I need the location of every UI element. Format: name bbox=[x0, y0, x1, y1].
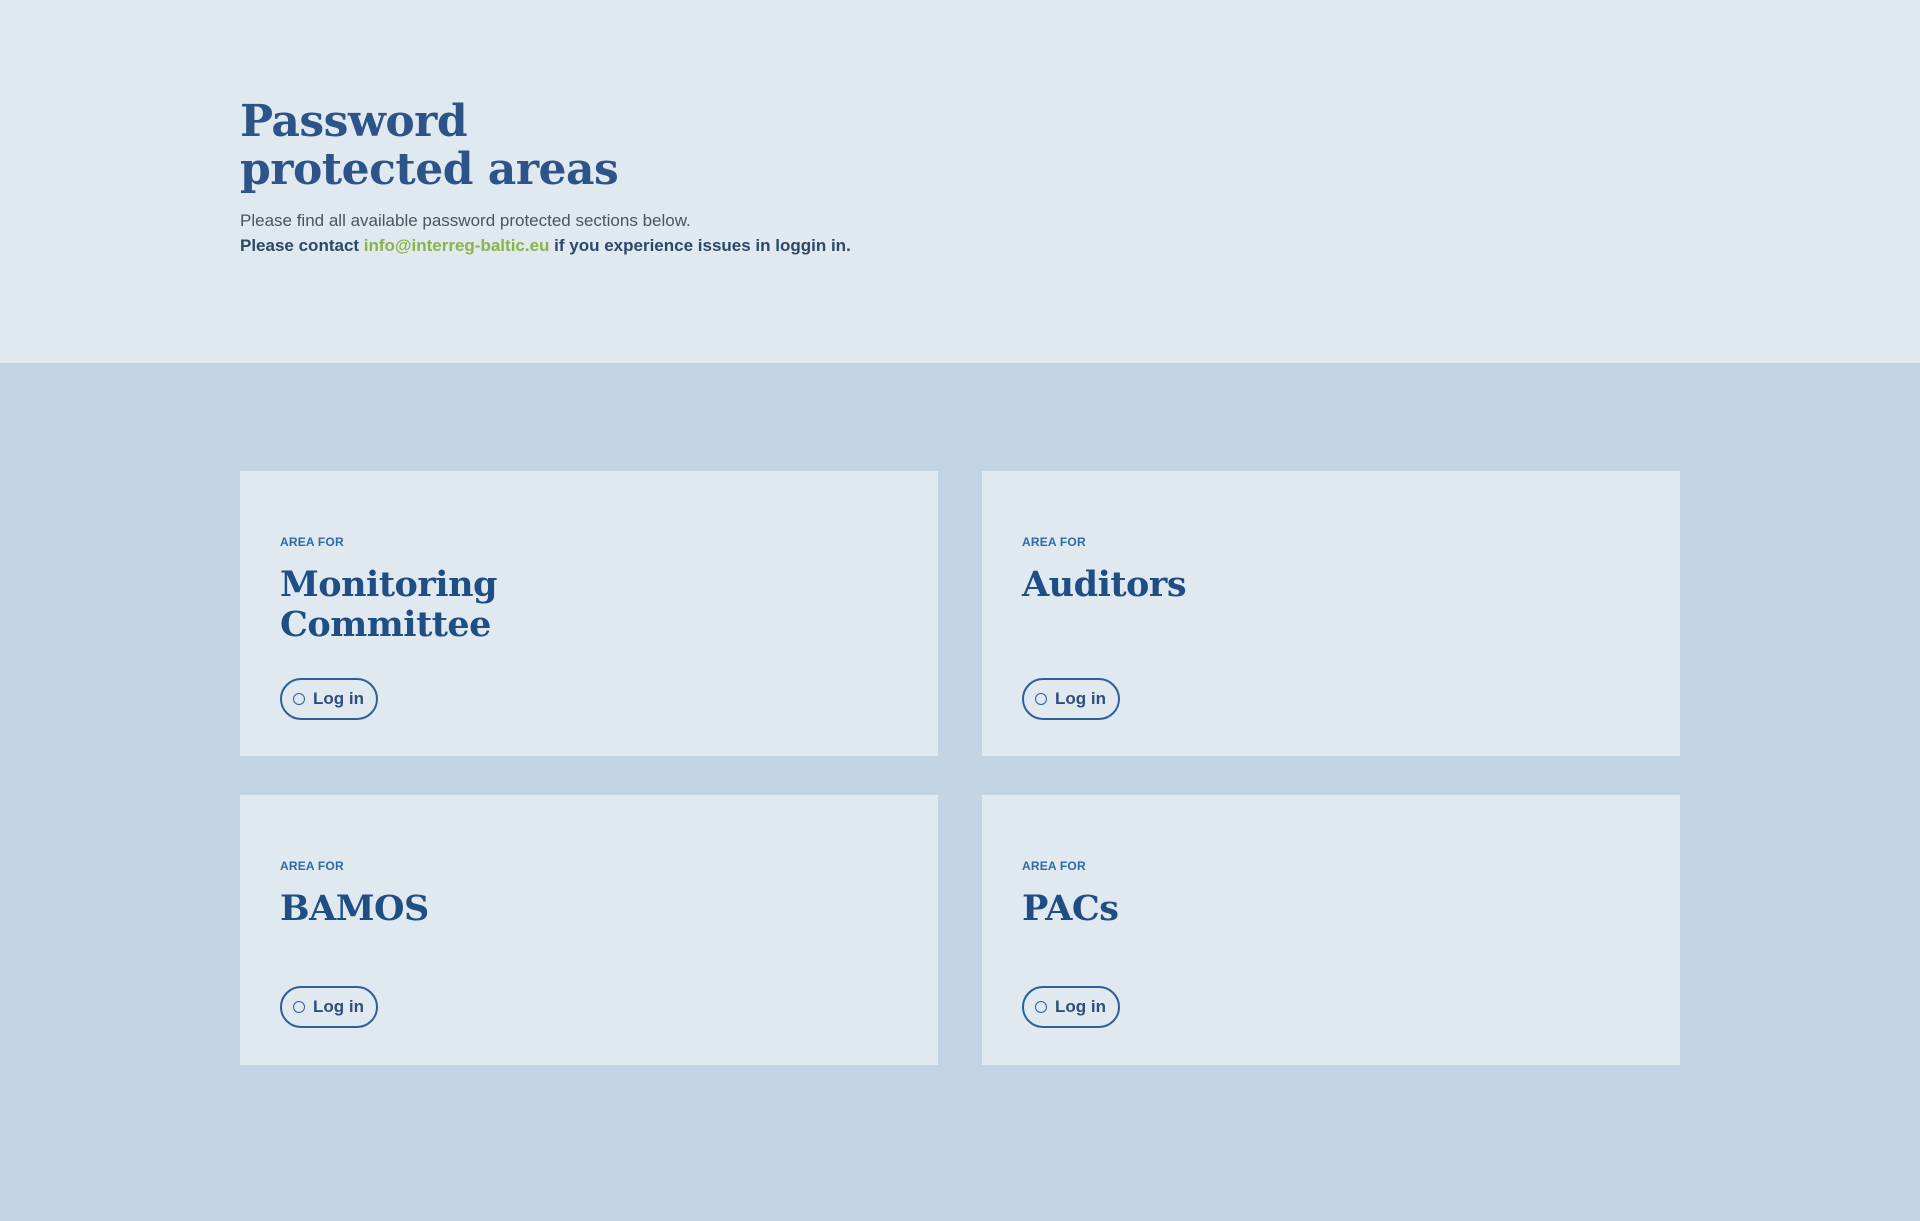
contact-suffix: if you experience issues in loggin in. bbox=[549, 236, 851, 255]
circle-icon bbox=[1035, 693, 1047, 705]
login-button-label: Log in bbox=[1055, 689, 1106, 708]
circle-icon bbox=[293, 1001, 305, 1013]
card-title-line-2: Committee bbox=[280, 604, 491, 645]
area-card-auditors: AREA FOR Auditors Log in bbox=[982, 471, 1680, 756]
login-button-auditors[interactable]: Log in bbox=[1022, 678, 1120, 720]
card-title: PACs bbox=[1022, 889, 1582, 929]
page-title-line-2: protected areas bbox=[240, 144, 619, 195]
card-title-line-1: BAMOS bbox=[280, 888, 429, 929]
hero-content: Password protected areas Please find all… bbox=[240, 98, 1140, 258]
contact-prefix: Please contact bbox=[240, 236, 364, 255]
card-title: Auditors bbox=[1022, 565, 1582, 605]
page-title: Password protected areas bbox=[240, 98, 1140, 194]
hero-section: Password protected areas Please find all… bbox=[0, 0, 1920, 363]
area-card-monitoring-committee: AREA FOR Monitoring Committee Log in bbox=[240, 471, 938, 756]
card-title-line-1: PACs bbox=[1022, 888, 1119, 929]
card-label: AREA FOR bbox=[280, 859, 344, 873]
login-button-bamos[interactable]: Log in bbox=[280, 986, 378, 1028]
circle-icon bbox=[293, 693, 305, 705]
card-title-line-1: Monitoring bbox=[280, 564, 498, 605]
page-title-line-1: Password bbox=[240, 96, 468, 147]
login-button-label: Log in bbox=[313, 997, 364, 1016]
login-button-monitoring-committee[interactable]: Log in bbox=[280, 678, 378, 720]
login-button-label: Log in bbox=[1055, 997, 1106, 1016]
login-button-pacs[interactable]: Log in bbox=[1022, 986, 1120, 1028]
card-title: BAMOS bbox=[280, 889, 840, 929]
login-button-label: Log in bbox=[313, 689, 364, 708]
card-label: AREA FOR bbox=[1022, 859, 1086, 873]
card-title-line-1: Auditors bbox=[1022, 564, 1187, 605]
contact-email-link[interactable]: info@interreg-baltic.eu bbox=[364, 236, 550, 255]
circle-icon bbox=[1035, 1001, 1047, 1013]
card-title: Monitoring Committee bbox=[280, 565, 840, 645]
contact-text: Please contact info@interreg-baltic.eu i… bbox=[240, 233, 1140, 258]
intro-text: Please find all available password prote… bbox=[240, 211, 691, 230]
area-card-pacs: AREA FOR PACs Log in bbox=[982, 795, 1680, 1065]
area-card-bamos: AREA FOR BAMOS Log in bbox=[240, 795, 938, 1065]
card-label: AREA FOR bbox=[1022, 535, 1086, 549]
card-label: AREA FOR bbox=[280, 535, 344, 549]
